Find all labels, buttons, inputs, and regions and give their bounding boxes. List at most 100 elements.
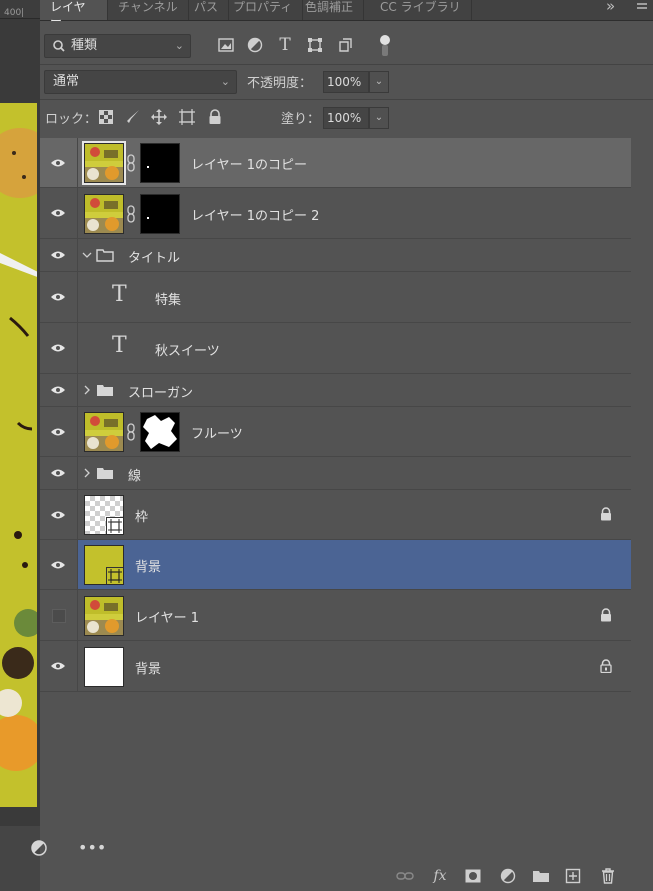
layer-thumbnail [84, 194, 124, 234]
layer-row[interactable]: フルーツ [40, 407, 631, 457]
layer-group-row[interactable]: タイトル [40, 239, 631, 272]
visibility-column [40, 374, 78, 406]
link-icon[interactable] [126, 205, 136, 223]
visibility-toggle[interactable] [52, 609, 66, 623]
opacity-dropdown-icon[interactable]: ⌄ [369, 71, 389, 93]
link-layers-icon[interactable] [396, 867, 414, 885]
panel-menu-icon[interactable] [631, 0, 653, 20]
lock-position-icon[interactable] [150, 108, 168, 126]
chevron-down-icon: ⌄ [174, 39, 184, 52]
chevron-right-icon[interactable] [82, 385, 92, 395]
eye-icon[interactable] [50, 292, 66, 302]
eye-icon[interactable] [50, 468, 66, 478]
layer-filter-select[interactable]: 種類 ⌄ [44, 34, 191, 58]
opacity-input[interactable]: 100% [323, 71, 369, 93]
layer-thumbnail [84, 596, 124, 636]
visibility-column [40, 188, 78, 238]
layer-row[interactable]: T 特集 [40, 272, 631, 323]
blend-mode-select[interactable]: 通常 ⌄ [44, 70, 237, 94]
layer-mask-thumbnail[interactable] [140, 412, 180, 452]
filter-adjustment-layers-icon[interactable] [246, 36, 264, 54]
canvas-footer [0, 826, 40, 891]
layer-group-row[interactable]: 線 [40, 457, 631, 490]
new-layer-icon[interactable] [564, 867, 582, 885]
tab-properties[interactable]: プロパティ [223, 0, 304, 20]
tab-cc-libraries[interactable]: CC ライブラリ [370, 0, 472, 20]
layer-name: 背景 [135, 560, 162, 575]
link-icon[interactable] [126, 154, 136, 172]
layer-style-fx-icon[interactable]: fx [431, 867, 449, 885]
fill-dropdown-icon[interactable]: ⌄ [369, 107, 389, 129]
visibility-column [40, 641, 78, 691]
lock-icon[interactable] [599, 659, 613, 673]
link-icon[interactable] [126, 423, 136, 441]
layer-row[interactable]: レイヤー 1 [40, 590, 631, 641]
chevron-right-icon[interactable] [82, 468, 92, 478]
layer-row[interactable]: レイヤー 1のコピー 2 [40, 188, 631, 239]
lock-icon [601, 507, 611, 521]
eye-icon[interactable] [50, 343, 66, 353]
tab-channels[interactable]: チャンネル [108, 0, 189, 20]
visibility-column [40, 490, 78, 539]
layer-name: フルーツ [191, 427, 243, 442]
visibility-column [40, 457, 78, 489]
visibility-column [40, 323, 78, 373]
tab-adjustments[interactable]: 色調補正 [295, 0, 365, 20]
fill-input[interactable]: 100% [323, 107, 369, 129]
divider [40, 99, 653, 100]
filter-value: 種類 [71, 38, 98, 53]
eye-icon[interactable] [50, 427, 66, 437]
delete-layer-icon[interactable] [599, 867, 617, 885]
new-group-folder-icon[interactable] [532, 867, 550, 885]
layer-row[interactable]: 枠 [40, 490, 631, 540]
eye-icon[interactable] [50, 510, 66, 520]
layers-panel: レイヤー チャンネル パス プロパティ 色調補正 CC ライブラリ » 種類 ⌄… [40, 0, 653, 891]
tab-layers[interactable]: レイヤー [40, 0, 108, 28]
visibility-column [40, 590, 78, 640]
visibility-column [40, 239, 78, 271]
divider [40, 64, 653, 65]
lock-all-icon[interactable] [206, 108, 224, 126]
eye-icon[interactable] [50, 158, 66, 168]
lock-transparent-pixels-icon[interactable] [97, 108, 115, 126]
eye-icon[interactable] [50, 208, 66, 218]
document-canvas[interactable]: 400| [0, 0, 40, 891]
opacity-label: 不透明度： [247, 76, 313, 91]
filter-pixel-layers-icon[interactable] [217, 36, 235, 54]
lock-icon [601, 608, 611, 622]
filter-shape-layers-icon[interactable] [306, 36, 324, 54]
adjustment-icon[interactable] [30, 839, 48, 857]
layer-mask-thumbnail[interactable] [140, 143, 180, 183]
panel-tab-bar: レイヤー チャンネル パス プロパティ 色調補正 CC ライブラリ » [40, 0, 653, 28]
lock-artboard-icon[interactable] [178, 108, 196, 126]
eye-icon[interactable] [50, 385, 66, 395]
filter-toggle-icon[interactable] [376, 34, 394, 58]
more-options-icon[interactable]: ••• [78, 839, 106, 857]
panel-overflow-icon[interactable]: » [606, 0, 615, 14]
chevron-down-icon[interactable] [82, 250, 92, 260]
new-adjustment-layer-icon[interactable] [499, 867, 517, 885]
filter-smart-objects-icon[interactable] [336, 36, 354, 54]
document-image [0, 103, 37, 807]
layer-row[interactable]: T 秋スイーツ [40, 323, 631, 374]
layer-name: 線 [128, 469, 142, 484]
folder-icon [97, 468, 113, 479]
layer-row[interactable]: 背景 [40, 540, 631, 590]
eye-icon[interactable] [50, 661, 66, 671]
layer-thumbnail [84, 647, 124, 687]
layer-thumbnail [84, 412, 124, 452]
folder-icon [97, 385, 113, 396]
layer-mask-thumbnail[interactable] [140, 194, 180, 234]
layer-row[interactable]: レイヤー 1のコピー [40, 138, 631, 188]
eye-icon[interactable] [50, 250, 66, 260]
layer-group-row[interactable]: スローガン [40, 374, 631, 407]
layer-name: レイヤー 1のコピー [191, 158, 308, 173]
layer-row[interactable]: 背景 [40, 641, 631, 692]
lock-image-pixels-icon[interactable] [124, 108, 142, 126]
layer-name: 特集 [155, 293, 182, 308]
layer-thumbnail [82, 141, 126, 185]
frame-icon [106, 567, 123, 584]
eye-icon[interactable] [50, 560, 66, 570]
add-mask-icon[interactable] [464, 867, 482, 885]
filter-type-layers-icon[interactable]: T [276, 35, 294, 55]
